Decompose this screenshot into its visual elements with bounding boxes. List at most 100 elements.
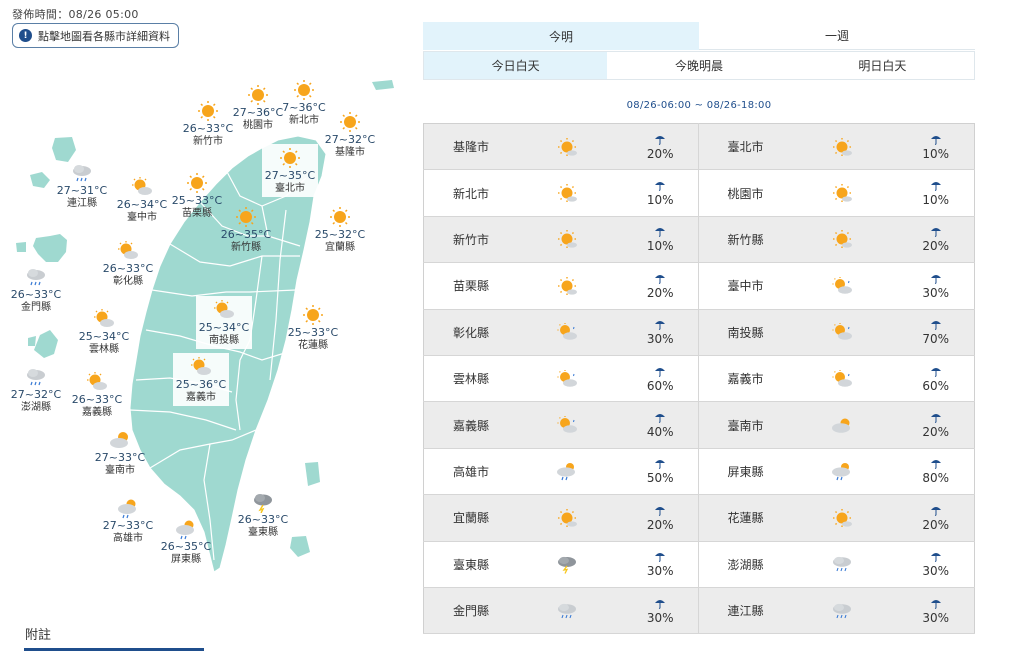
tab-today-daytime[interactable]: 今日白天 bbox=[424, 52, 608, 79]
city-name[interactable]: 金門縣 bbox=[423, 587, 512, 635]
map-marker-name: 嘉義縣 bbox=[82, 407, 112, 418]
sunny-cloudy-icon bbox=[214, 300, 234, 318]
city-name[interactable]: 澎湖縣 bbox=[698, 541, 788, 588]
city-name[interactable]: 雲林縣 bbox=[423, 355, 512, 403]
tab-tomorrow-daytime[interactable]: 明日白天 bbox=[791, 52, 974, 79]
map-hint-button[interactable]: ! 點擊地圖看各縣市詳細資料 bbox=[12, 23, 179, 48]
city-name[interactable]: 桃園市 bbox=[698, 169, 788, 217]
sunny-cloudy-icon bbox=[118, 241, 138, 259]
map-marker-name: 彰化縣 bbox=[113, 276, 143, 287]
city-name[interactable]: 連江縣 bbox=[698, 587, 788, 635]
map-marker-hsinchu-county[interactable]: 26~35°C 新竹縣 bbox=[214, 206, 278, 254]
map-marker-taipei[interactable]: 27~35°C 臺北市 bbox=[262, 144, 318, 197]
map-marker-name: 基隆市 bbox=[335, 147, 365, 158]
city-name[interactable]: 嘉義縣 bbox=[423, 401, 512, 449]
rain-probability: 50% bbox=[621, 448, 700, 496]
forecast-row: 新竹市 10% 新竹縣 20% bbox=[423, 216, 975, 264]
map-marker-changhua[interactable]: 26~33°C 彰化縣 bbox=[96, 240, 160, 288]
rain-value: 10% bbox=[646, 193, 674, 208]
umbrella-icon bbox=[930, 460, 941, 470]
map-marker-temp: 26~35°C bbox=[160, 540, 212, 553]
rain-value: 20% bbox=[646, 517, 674, 532]
umbrella-icon bbox=[655, 553, 666, 563]
rain-probability: 80% bbox=[897, 448, 975, 496]
cloudy-rain-icon bbox=[73, 165, 91, 182]
weather-icon-cell bbox=[511, 401, 622, 449]
map-marker-pingtung[interactable]: 26~35°C 屏東縣 bbox=[154, 518, 218, 566]
map-marker-keelung[interactable]: 27~32°C 基隆市 bbox=[318, 111, 382, 159]
map-marker-temp: 27~33°C bbox=[102, 519, 154, 532]
map-marker-taitung[interactable]: 26~33°C 臺東縣 bbox=[231, 491, 295, 539]
tab-tonight-tomorrow-morning[interactable]: 今晚明晨 bbox=[607, 52, 790, 79]
weather-icon-cell bbox=[511, 309, 622, 356]
weather-icon-cell bbox=[787, 169, 898, 217]
rain-probability: 30% bbox=[897, 541, 975, 588]
sunny-cloudy-icon bbox=[832, 276, 853, 294]
sunny-cloudy-icon bbox=[87, 372, 107, 390]
map-marker-temp: 25~33°C bbox=[287, 326, 339, 339]
map-marker-chiayi-county[interactable]: 26~33°C 嘉義縣 bbox=[65, 371, 129, 419]
umbrella-icon bbox=[655, 274, 666, 284]
rain-value: 30% bbox=[922, 285, 949, 300]
city-name[interactable]: 南投縣 bbox=[698, 309, 788, 356]
map-marker-chiayi-city[interactable]: 25~36°C 嘉義市 bbox=[173, 353, 229, 406]
umbrella-icon bbox=[655, 460, 666, 470]
city-name[interactable]: 苗栗縣 bbox=[423, 262, 512, 310]
city-name[interactable]: 嘉義市 bbox=[698, 355, 788, 403]
city-name[interactable]: 臺中市 bbox=[698, 262, 788, 310]
city-name[interactable]: 新北市 bbox=[423, 169, 512, 217]
city-name[interactable]: 臺南市 bbox=[698, 401, 788, 449]
weather-icon-cell bbox=[511, 262, 622, 310]
city-name[interactable]: 新竹市 bbox=[423, 216, 512, 264]
tab-today-tomorrow[interactable]: 今明 bbox=[423, 22, 699, 50]
map-marker-temp: 27~35°C bbox=[264, 169, 316, 182]
map-marker-penghu[interactable]: 27~32°C 澎湖縣 bbox=[4, 366, 68, 414]
sunny-icon bbox=[236, 207, 256, 227]
city-name[interactable]: 臺東縣 bbox=[423, 541, 512, 588]
weather-icon-cell bbox=[787, 123, 898, 171]
city-name[interactable]: 基隆市 bbox=[423, 123, 512, 171]
map-marker-kaohsiung[interactable]: 27~33°C 高雄市 bbox=[96, 497, 160, 545]
map-marker-temp: 27~32°C bbox=[324, 133, 376, 146]
map-marker-lienchiang[interactable]: 27~31°C 連江縣 bbox=[50, 162, 114, 210]
map-marker-temp: 27~31°C bbox=[56, 184, 108, 197]
umbrella-icon bbox=[655, 135, 666, 145]
sunny-icon bbox=[833, 184, 853, 203]
forecast-row: 嘉義縣 40% 臺南市 20% bbox=[423, 401, 975, 449]
weather-icon-cell bbox=[787, 401, 898, 449]
city-name[interactable]: 臺北市 bbox=[698, 123, 788, 171]
rain-value: 20% bbox=[646, 285, 674, 300]
thunder-cloud-icon bbox=[254, 494, 272, 513]
rain-probability: 60% bbox=[897, 355, 975, 403]
rain-probability: 70% bbox=[897, 309, 975, 356]
tab-one-week[interactable]: 一週 bbox=[699, 22, 975, 50]
map-marker-yilan[interactable]: 25~32°C 宜蘭縣 bbox=[308, 206, 372, 254]
city-name[interactable]: 新竹縣 bbox=[698, 216, 788, 264]
sunny-icon bbox=[280, 148, 300, 168]
forecast-row: 金門縣 30% 連江縣 30% bbox=[423, 587, 975, 635]
rain-probability: 10% bbox=[897, 123, 975, 171]
map-marker-temp: 26~33°C bbox=[237, 513, 289, 526]
map-marker-name: 新竹縣 bbox=[231, 242, 261, 253]
city-name[interactable]: 高雄市 bbox=[423, 448, 512, 496]
city-name[interactable]: 屏東縣 bbox=[698, 448, 788, 496]
rain-value: 30% bbox=[646, 610, 674, 625]
map-marker-yunlin[interactable]: 25~34°C 雲林縣 bbox=[72, 308, 136, 356]
rain-value: 10% bbox=[922, 193, 949, 208]
rain-probability: 10% bbox=[621, 169, 700, 217]
umbrella-icon bbox=[930, 367, 941, 377]
rain-value: 20% bbox=[922, 425, 949, 440]
city-name[interactable]: 花蓮縣 bbox=[698, 494, 788, 542]
map-marker-kinmen[interactable]: 26~33°C 金門縣 bbox=[4, 266, 68, 314]
umbrella-icon bbox=[930, 321, 941, 331]
map-marker-hualien[interactable]: 25~33°C 花蓮縣 bbox=[281, 304, 345, 352]
map-marker-tainan[interactable]: 27~33°C 臺南市 bbox=[88, 429, 152, 477]
city-name[interactable]: 彰化縣 bbox=[423, 309, 512, 356]
city-name[interactable]: 宜蘭縣 bbox=[423, 494, 512, 542]
map-marker-temp: 25~34°C bbox=[78, 330, 130, 343]
weather-icon-cell bbox=[511, 587, 622, 635]
rain-value: 10% bbox=[922, 146, 949, 161]
map-marker-name: 屏東縣 bbox=[171, 554, 201, 565]
forecast-row: 臺東縣 30% 澎湖縣 30% bbox=[423, 541, 975, 588]
map-marker-nantou[interactable]: 25~34°C 南投縣 bbox=[196, 296, 252, 349]
